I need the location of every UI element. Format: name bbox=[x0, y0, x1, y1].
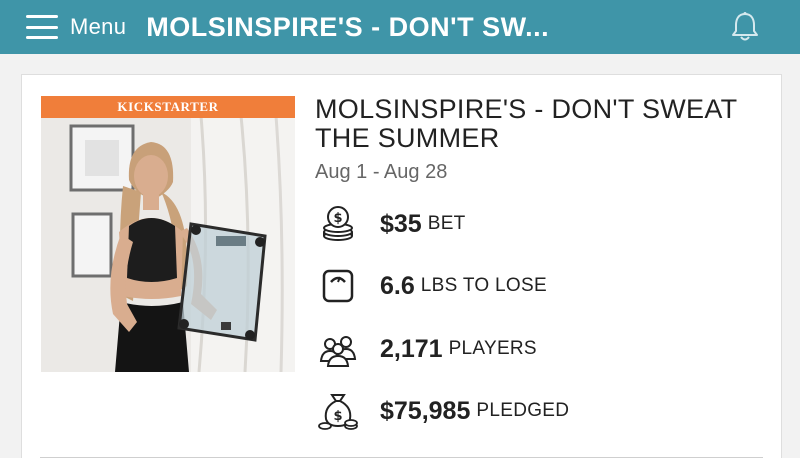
menu-label: Menu bbox=[70, 14, 127, 39]
stat-pledged: $ $75,985 PLEDGED bbox=[318, 391, 569, 431]
weight-value: 6.6 bbox=[380, 271, 415, 300]
game-title[interactable]: MOLSINSPIRE'S - DON'T SWEAT THE SUMMER bbox=[315, 95, 755, 153]
stat-weight: 6.6 LBS TO LOSE bbox=[318, 266, 547, 306]
pledged-value: $75,985 bbox=[380, 396, 471, 425]
players-value: 2,171 bbox=[380, 334, 443, 363]
kickstarter-badge: KICKSTARTER bbox=[41, 96, 295, 118]
bell-icon[interactable] bbox=[728, 11, 762, 43]
page-title: MOLSINSPIRE'S - DON'T SW... bbox=[146, 11, 550, 42]
menu-button[interactable]: Menu bbox=[26, 14, 126, 40]
hamburger-icon bbox=[26, 15, 58, 39]
game-card[interactable]: KICKSTARTER MOLSINSPIRE'S - DON'T SWEAT … bbox=[21, 74, 782, 458]
game-photo[interactable]: KICKSTARTER bbox=[41, 96, 295, 372]
players-label: PLAYERS bbox=[448, 338, 537, 359]
stat-bet: $ $35 BET bbox=[318, 204, 466, 244]
players-icon bbox=[319, 336, 357, 367]
weight-label: LBS TO LOSE bbox=[420, 275, 547, 296]
top-bar: Menu MOLSINSPIRE'S - DON'T SW... bbox=[0, 0, 800, 54]
money-bag-icon: $ bbox=[318, 394, 358, 430]
stat-players: 2,171 PLAYERS bbox=[318, 329, 537, 369]
pledged-label: PLEDGED bbox=[476, 400, 570, 421]
svg-text:$: $ bbox=[333, 409, 342, 424]
bet-value: $35 bbox=[380, 209, 422, 238]
svg-text:$: $ bbox=[333, 211, 342, 226]
scale-icon bbox=[322, 269, 354, 303]
woman-holding-scale-image bbox=[41, 96, 295, 372]
game-dates: Aug 1 - Aug 28 bbox=[315, 161, 448, 183]
coins-icon: $ bbox=[323, 206, 353, 241]
bet-label: BET bbox=[427, 213, 466, 234]
